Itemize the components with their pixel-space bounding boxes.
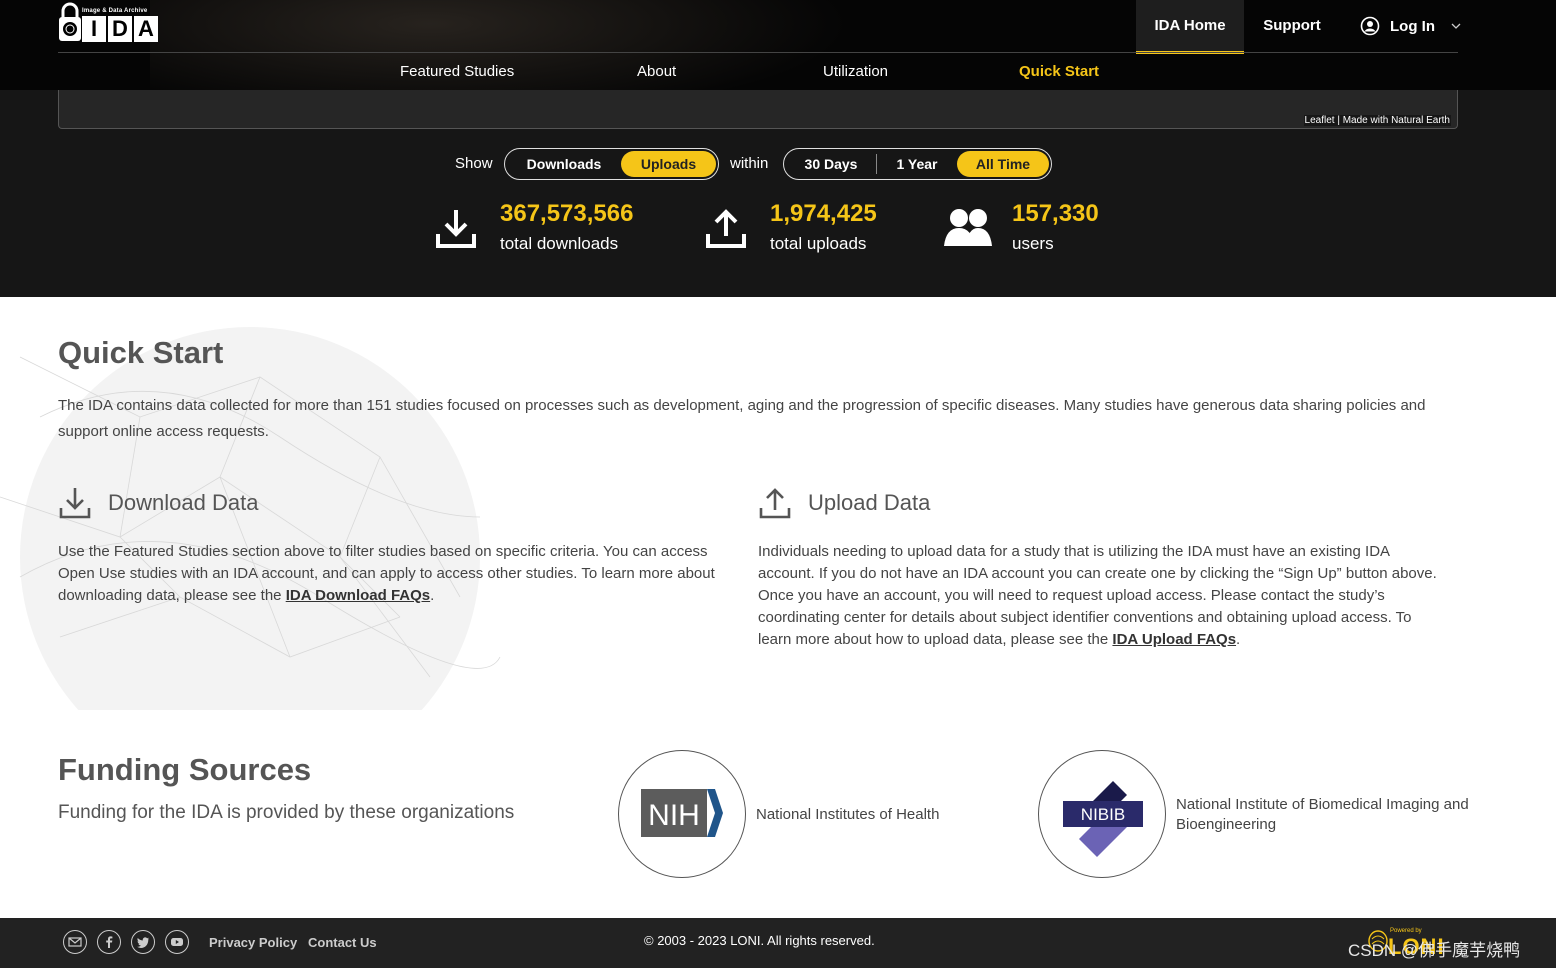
stat-label: users [1012,234,1054,253]
logo-letter: A [134,16,158,42]
nih-logo[interactable]: NIH [618,750,746,878]
stat-uploads: 1,974,425 total uploads [704,200,904,260]
funding-subtitle: Funding for the IDA is provided by these… [58,802,515,823]
chevron-down-icon [1451,23,1461,29]
stat-value: 157,330 [1012,200,1099,227]
email-button[interactable] [63,930,87,954]
upload-icon [759,488,791,519]
copyright-text: © 2003 - 2023 LONI. All rights reserved. [644,933,875,948]
stat-downloads: 367,573,566 total downloads [434,200,664,260]
youtube-button[interactable] [165,930,189,954]
twitter-button[interactable] [131,930,155,954]
upload-data-heading: Upload Data [758,485,930,521]
email-icon [68,937,82,947]
upload-text-body: Individuals needing to upload data for a… [758,543,1437,648]
subnav-featured-studies[interactable]: Featured Studies [400,63,514,80]
facebook-icon [106,936,113,948]
nav-ida-home[interactable]: IDA Home [1136,0,1244,54]
upload-heading-text: Upload Data [808,490,931,515]
nibib-logo-text: NIBIB [1081,805,1125,824]
nibib-name: National Institute of Biomedical Imaging… [1176,796,1469,833]
youtube-icon [171,938,183,946]
stat-label: total uploads [770,234,867,253]
download-data-heading: Download Data [58,485,258,521]
users-icon [944,209,992,246]
logo-letter: D [108,16,132,42]
funding-section: Funding Sources Funding for the IDA is p… [0,710,1556,918]
lock-icon [59,2,81,41]
upload-faq-link[interactable]: IDA Upload FAQs [1112,631,1236,648]
stat-value: 1,974,425 [770,200,877,227]
stat-value: 367,573,566 [500,200,634,227]
nibib-logo[interactable]: NIBIB [1038,750,1166,878]
logo-letters: I D A [82,16,158,42]
stats-section: Leaflet | Made with Natural Earth Show D… [0,90,1556,297]
login-label: Log In [1390,17,1435,35]
csdn-watermark: CSDN @佛手魔芋烧鸭 [1348,941,1521,960]
download-faq-link[interactable]: IDA Download FAQs [286,587,430,604]
site-footer: Privacy Policy Contact Us © 2003 - 2023 … [0,918,1556,968]
privacy-policy-link[interactable]: Privacy Policy [209,935,297,950]
toggle-uploads[interactable]: Uploads [621,151,716,177]
nih-logo-text: NIH [648,799,700,832]
quick-start-section: Quick Start The IDA contains data collec… [0,297,1556,710]
map-view[interactable]: Leaflet | Made with Natural Earth [58,90,1458,129]
nav-support[interactable]: Support [1244,0,1340,52]
site-header: Image & Data Archive I D A IDA Home Supp… [0,0,1556,90]
facebook-button[interactable] [97,930,121,954]
range-toggle: 30 Days 1 Year All Time [783,148,1052,180]
upload-data-text: Individuals needing to upload data for a… [758,541,1438,651]
show-toggle: Downloads Uploads [504,148,719,180]
logo-tagline: Image & Data Archive [82,8,148,14]
sub-navigation: Featured Studies About Utilization Quick… [0,53,1556,89]
range-1-year[interactable]: 1 Year [877,151,957,177]
nibib-logo-mark: NIBIB [1063,781,1143,857]
funding-title: Funding Sources [58,752,312,787]
download-text-end: . [430,587,435,604]
range-all-time[interactable]: All Time [957,151,1049,177]
download-data-text: Use the Featured Studies section above t… [58,541,723,607]
subnav-about[interactable]: About [637,63,676,80]
stats-filter-row: Show Downloads Uploads within 30 Days 1 … [0,148,1556,180]
contact-us-link[interactable]: Contact Us [308,935,377,950]
twitter-icon [137,937,149,948]
toggle-downloads[interactable]: Downloads [507,151,621,177]
nih-name: National Institutes of Health [756,806,940,823]
upload-text-end: . [1236,631,1241,648]
within-label: within [730,155,769,172]
show-label: Show [455,155,493,172]
quick-start-intro: The IDA contains data collected for more… [58,397,1426,440]
nih-logo-mark: NIH [641,789,723,837]
subnav-quick-start[interactable]: Quick Start [1019,63,1099,80]
download-icon [436,210,476,248]
ida-logo[interactable]: Image & Data Archive I D A [58,2,160,44]
nav-login[interactable]: Log In [1360,0,1461,52]
user-circle-icon [1360,16,1380,36]
stat-label: total downloads [500,234,619,253]
download-icon [59,488,91,519]
logo-letter: I [82,16,106,42]
range-30-days[interactable]: 30 Days [786,151,876,177]
subnav-utilization[interactable]: Utilization [823,63,888,80]
quick-start-title: Quick Start [58,335,224,370]
upload-icon [706,209,746,248]
download-heading-text: Download Data [108,490,259,515]
map-attribution[interactable]: Leaflet | Made with Natural Earth [1303,115,1451,126]
stat-users: 157,330 users [944,200,1124,260]
